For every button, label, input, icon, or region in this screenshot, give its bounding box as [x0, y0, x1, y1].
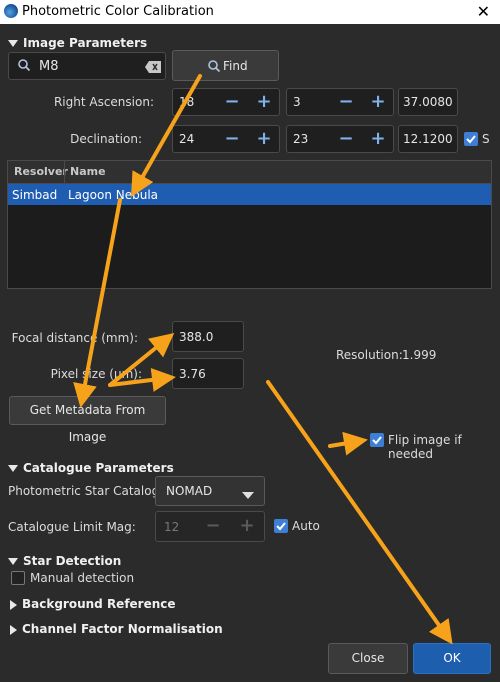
ra-minutes-value: 3 — [293, 95, 301, 109]
collapse-triangle-icon — [8, 558, 18, 565]
minus-icon[interactable]: − — [221, 125, 243, 153]
star-catalogue-label: Photometric Star Catalogue: — [8, 484, 179, 498]
pixel-size-input[interactable]: 3.76 — [172, 358, 244, 389]
column-header-resolver[interactable]: Resolver — [14, 165, 68, 178]
ra-seconds-value: 37.0080 — [403, 95, 453, 109]
minus-icon: − — [205, 515, 221, 536]
south-checkbox[interactable] — [464, 132, 478, 146]
annotation-arrow-to-ok — [266, 380, 453, 645]
window-title: Photometric Color Calibration — [22, 4, 214, 19]
search-icon — [17, 58, 31, 75]
section-label: Channel Factor Normalisation — [22, 622, 223, 636]
declination-label: Declination: — [70, 132, 142, 146]
object-search-input[interactable]: M8 — [8, 52, 166, 80]
south-label: S — [482, 132, 490, 146]
pixel-size-label: Pixel size (µm): — [50, 367, 142, 381]
section-label: Catalogue Parameters — [23, 461, 174, 475]
star-catalogue-select[interactable]: NOMAD — [155, 476, 265, 506]
manual-detection-label: Manual detection — [30, 571, 135, 585]
collapse-triangle-icon — [8, 465, 18, 472]
close-button[interactable]: Close — [328, 643, 408, 674]
limit-mag-value: 12 — [164, 520, 180, 534]
close-window-icon[interactable]: ✕ — [477, 2, 490, 21]
focal-distance-value: 388.0 — [179, 330, 214, 344]
flip-image-checkbox[interactable] — [370, 433, 384, 447]
section-label: Star Detection — [23, 554, 122, 568]
dec-seconds-value: 12.1200 — [403, 132, 453, 146]
dec-minutes-value: 23 — [293, 132, 309, 146]
resolution-label: Resolution: — [336, 348, 403, 362]
minus-icon[interactable]: − — [335, 125, 357, 153]
resolver-table[interactable]: Resolver Name Simbad Lagoon Nebula — [7, 160, 492, 289]
focal-distance-input[interactable]: 388.0 — [172, 321, 244, 352]
annotation-arrow-to-flip — [328, 431, 368, 456]
find-label: Find — [223, 59, 248, 73]
object-name-value: M8 — [39, 59, 59, 74]
ra-minutes-spinbox[interactable]: 3 − + — [286, 88, 394, 116]
ra-hours-spinbox[interactable]: 18 − + — [172, 88, 280, 116]
search-icon — [207, 59, 221, 76]
resolution-value: 1.999 — [402, 348, 437, 362]
plus-icon[interactable]: + — [367, 88, 389, 116]
dec-seconds-input[interactable]: 12.1200 — [398, 125, 458, 153]
chevron-down-icon — [242, 489, 254, 503]
expand-triangle-icon — [10, 624, 17, 635]
get-metadata-button[interactable]: Get Metadata From Image — [9, 396, 166, 444]
auto-checkbox[interactable] — [274, 519, 288, 533]
column-header-name[interactable]: Name — [70, 165, 106, 178]
section-label: Background Reference — [22, 597, 176, 611]
auto-label: Auto — [292, 519, 320, 533]
table-row[interactable]: Simbad Lagoon Nebula — [8, 184, 491, 205]
star-catalogue-value: NOMAD — [166, 484, 213, 498]
collapse-triangle-icon — [8, 40, 18, 47]
dec-degrees-spinbox[interactable]: 24 − + — [172, 125, 280, 153]
expand-triangle-icon — [10, 599, 17, 610]
plus-icon[interactable]: + — [253, 125, 275, 153]
clear-icon[interactable] — [145, 61, 161, 76]
row-name-cell: Lagoon Nebula — [68, 188, 159, 202]
checkmark-icon — [276, 522, 286, 531]
section-label: Image Parameters — [23, 36, 148, 50]
channel-factor-header[interactable]: Channel Factor Normalisation — [10, 622, 223, 636]
limit-mag-label: Catalogue Limit Mag: — [8, 520, 136, 534]
dec-degrees-value: 24 — [179, 132, 195, 146]
right-ascension-label: Right Ascension: — [53, 95, 154, 109]
title-bar: Photometric Color Calibration ✕ — [0, 0, 500, 24]
table-header: Resolver Name — [8, 161, 491, 184]
flip-image-label: Flip image if needed — [388, 433, 462, 461]
plus-icon: + — [239, 515, 255, 536]
image-parameters-header[interactable]: Image Parameters — [8, 36, 147, 50]
ra-hours-value: 18 — [179, 95, 195, 109]
manual-detection-checkbox[interactable] — [11, 571, 25, 585]
pixel-size-value: 3.76 — [179, 367, 206, 381]
find-button[interactable]: Find — [172, 50, 279, 81]
minus-icon[interactable]: − — [221, 88, 243, 116]
row-resolver-cell: Simbad — [12, 188, 58, 202]
ra-seconds-input[interactable]: 37.0080 — [398, 88, 458, 116]
dec-minutes-spinbox[interactable]: 23 − + — [286, 125, 394, 153]
checkmark-icon — [372, 436, 382, 445]
star-detection-header[interactable]: Star Detection — [8, 554, 121, 568]
ok-button[interactable]: OK — [413, 643, 491, 674]
app-icon — [4, 4, 18, 18]
minus-icon[interactable]: − — [335, 88, 357, 116]
checkmark-icon — [466, 135, 476, 144]
background-reference-header[interactable]: Background Reference — [10, 597, 176, 611]
plus-icon[interactable]: + — [367, 125, 389, 153]
plus-icon[interactable]: + — [253, 88, 275, 116]
catalogue-parameters-header[interactable]: Catalogue Parameters — [8, 461, 174, 475]
focal-distance-label: Focal distance (mm): — [11, 331, 138, 345]
limit-mag-spinbox: 12 − + — [155, 511, 265, 542]
